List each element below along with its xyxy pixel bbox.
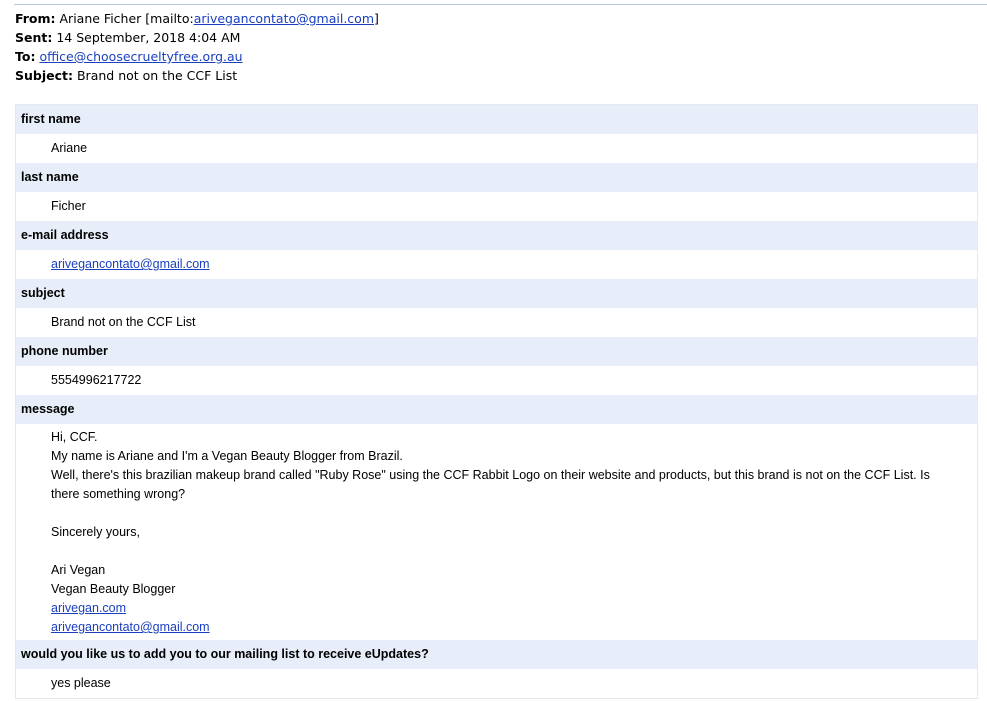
phone-number-label: phone number (16, 337, 977, 366)
to-email-link[interactable]: office@choosecrueltyfree.org.au (39, 49, 242, 64)
first-name-value: Ariane (16, 134, 977, 163)
sent-value: 14 September, 2018 4:04 AM (56, 30, 241, 45)
last-name-value: Ficher (16, 192, 977, 221)
last-name-label: last name (16, 163, 977, 192)
subject-row: Subject: Brand not on the CCF List (15, 66, 379, 85)
from-name: Ariane Ficher [mailto: (59, 11, 194, 26)
message-signature-title: Vegan Beauty Blogger (51, 582, 176, 596)
message-label: message (16, 395, 977, 424)
to-row: To: office@choosecrueltyfree.org.au (15, 47, 379, 66)
message-intro: My name is Ariane and I'm a Vegan Beauty… (51, 449, 403, 463)
from-email-link[interactable]: ariveganc​ontato@gmail.com (194, 11, 374, 26)
message-paragraph: Well, there's this brazilian makeup bran… (51, 468, 930, 501)
from-label: From: (15, 11, 56, 26)
message-closing: Sincerely yours, (51, 525, 140, 539)
mailing-list-value: yes please (16, 669, 977, 698)
from-row: From: Ariane Ficher [mailto:ariveganc​on… (15, 9, 379, 28)
first-name-label: first name (16, 105, 977, 134)
email-header: From: Ariane Ficher [mailto:ariveganc​on… (15, 9, 379, 85)
mailing-list-label: would you like us to add you to our mail… (16, 640, 977, 669)
message-signature-name: Ari Vegan (51, 563, 106, 577)
signature-email-link[interactable]: arivegancontato@gmail.com (51, 620, 210, 634)
sent-label: Sent: (15, 30, 53, 45)
subject-field-label: subject (16, 279, 977, 308)
subject-value: Brand not on the CCF List (76, 68, 238, 83)
message-website-row: arivegan.com (51, 599, 957, 618)
message-email-row: arivegancontato@gmail.com (51, 618, 957, 637)
email-address-label: e-mail address (16, 221, 977, 250)
email-address-link[interactable]: arivegancontato@gmail.com (51, 257, 210, 271)
subject-field-value: Brand not on the CCF List (16, 308, 977, 337)
sent-row: Sent: 14 September, 2018 4:04 AM (15, 28, 379, 47)
email-address-value: arivegancontato@gmail.com (16, 250, 977, 279)
header-divider (14, 4, 987, 5)
form-submission-table: first name Ariane last name Ficher e-mai… (15, 104, 978, 699)
message-body: Hi, CCF. My name is Ariane and I'm a Veg… (16, 424, 977, 640)
to-label: To: (15, 49, 36, 64)
from-close: ] (374, 11, 379, 26)
subject-label: Subject: (15, 68, 73, 83)
message-greeting: Hi, CCF. (51, 430, 98, 444)
phone-number-value: 5554996217722 (16, 366, 977, 395)
website-link[interactable]: arivegan.com (51, 601, 126, 615)
